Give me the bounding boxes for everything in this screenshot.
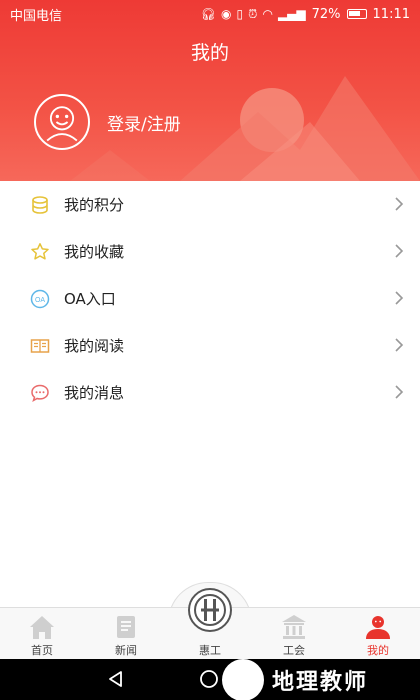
home-button-icon[interactable] [198,669,220,689]
alarm-icon: ⏰︎ [248,6,258,21]
svg-text:OA: OA [35,297,45,304]
book-icon [30,336,50,356]
avatar[interactable] [34,94,90,150]
vibrate-icon: ▯ [236,7,244,21]
tab-label: 惠工 [199,644,221,657]
carrier-label: 中国电信 [10,8,63,24]
status-time: 11:11 [372,6,410,22]
tab-label: 工会 [283,644,305,657]
login-register-link[interactable]: 登录/注册 [107,110,181,135]
watermark: 地理教师 [222,659,369,700]
globe-logo-icon [222,659,264,700]
message-icon [30,383,50,403]
chevron-right-icon [395,338,404,352]
tab-label: 首页 [31,644,53,657]
location-icon: ◉ [220,7,232,21]
back-icon[interactable] [106,669,126,689]
tab-label: 新闻 [115,644,137,657]
building-icon [282,615,306,639]
tab-label: 我的 [367,644,389,657]
status-bar: 中国电信 🎧︎ ◉ ▯ ⏰︎ ◠ ▂▄▆ 72% 11:11 [0,0,420,28]
menu-item-oa[interactable]: OA OA入口 [0,275,420,322]
menu-item-label: 我的消息 [64,384,125,402]
menu-item-label: 我的阅读 [64,337,125,355]
profile-header: 中国电信 🎧︎ ◉ ▯ ⏰︎ ◠ ▂▄▆ 72% 11:11 我的 登录/注册 [0,0,420,181]
wifi-icon: ◠ [262,7,273,21]
signal-icon: ▂▄▆ [277,7,306,21]
tab-home[interactable]: 首页 [0,608,84,660]
menu-item-points[interactable]: 我的积分 [0,181,420,228]
chevron-right-icon [395,291,404,305]
tab-union[interactable]: 工会 [252,608,336,660]
news-icon [117,616,135,638]
headset-icon: 🎧︎ [200,7,216,21]
home-icon [30,616,54,639]
page-title: 我的 [190,42,229,64]
coins-icon [30,195,50,215]
chevron-right-icon [395,385,404,399]
battery-icon [346,9,367,19]
menu-item-label: 我的收藏 [64,243,125,261]
menu-item-messages[interactable]: 我的消息 [0,369,420,416]
tab-mine[interactable]: 我的 [336,608,420,660]
star-icon [30,242,50,262]
screen: 中国电信 🎧︎ ◉ ▯ ⏰︎ ◠ ▂▄▆ 72% 11:11 我的 登录/注册 … [0,0,420,700]
menu-list: 我的积分 我的收藏 OA OA入口 我的阅读 我的消息 [0,181,420,416]
menu-item-label: 我的积分 [64,196,125,214]
chevron-right-icon [395,197,404,211]
tab-news[interactable]: 新闻 [84,608,168,660]
menu-item-reading[interactable]: 我的阅读 [0,322,420,369]
battery-percent: 72% [311,6,341,22]
chevron-right-icon [395,244,404,258]
oa-icon: OA [30,289,50,309]
union-logo-icon[interactable] [187,587,233,633]
person-icon [366,616,390,639]
menu-item-favorites[interactable]: 我的收藏 [0,228,420,275]
menu-item-label: OA入口 [64,290,116,308]
watermark-text: 地理教师 [272,670,369,695]
